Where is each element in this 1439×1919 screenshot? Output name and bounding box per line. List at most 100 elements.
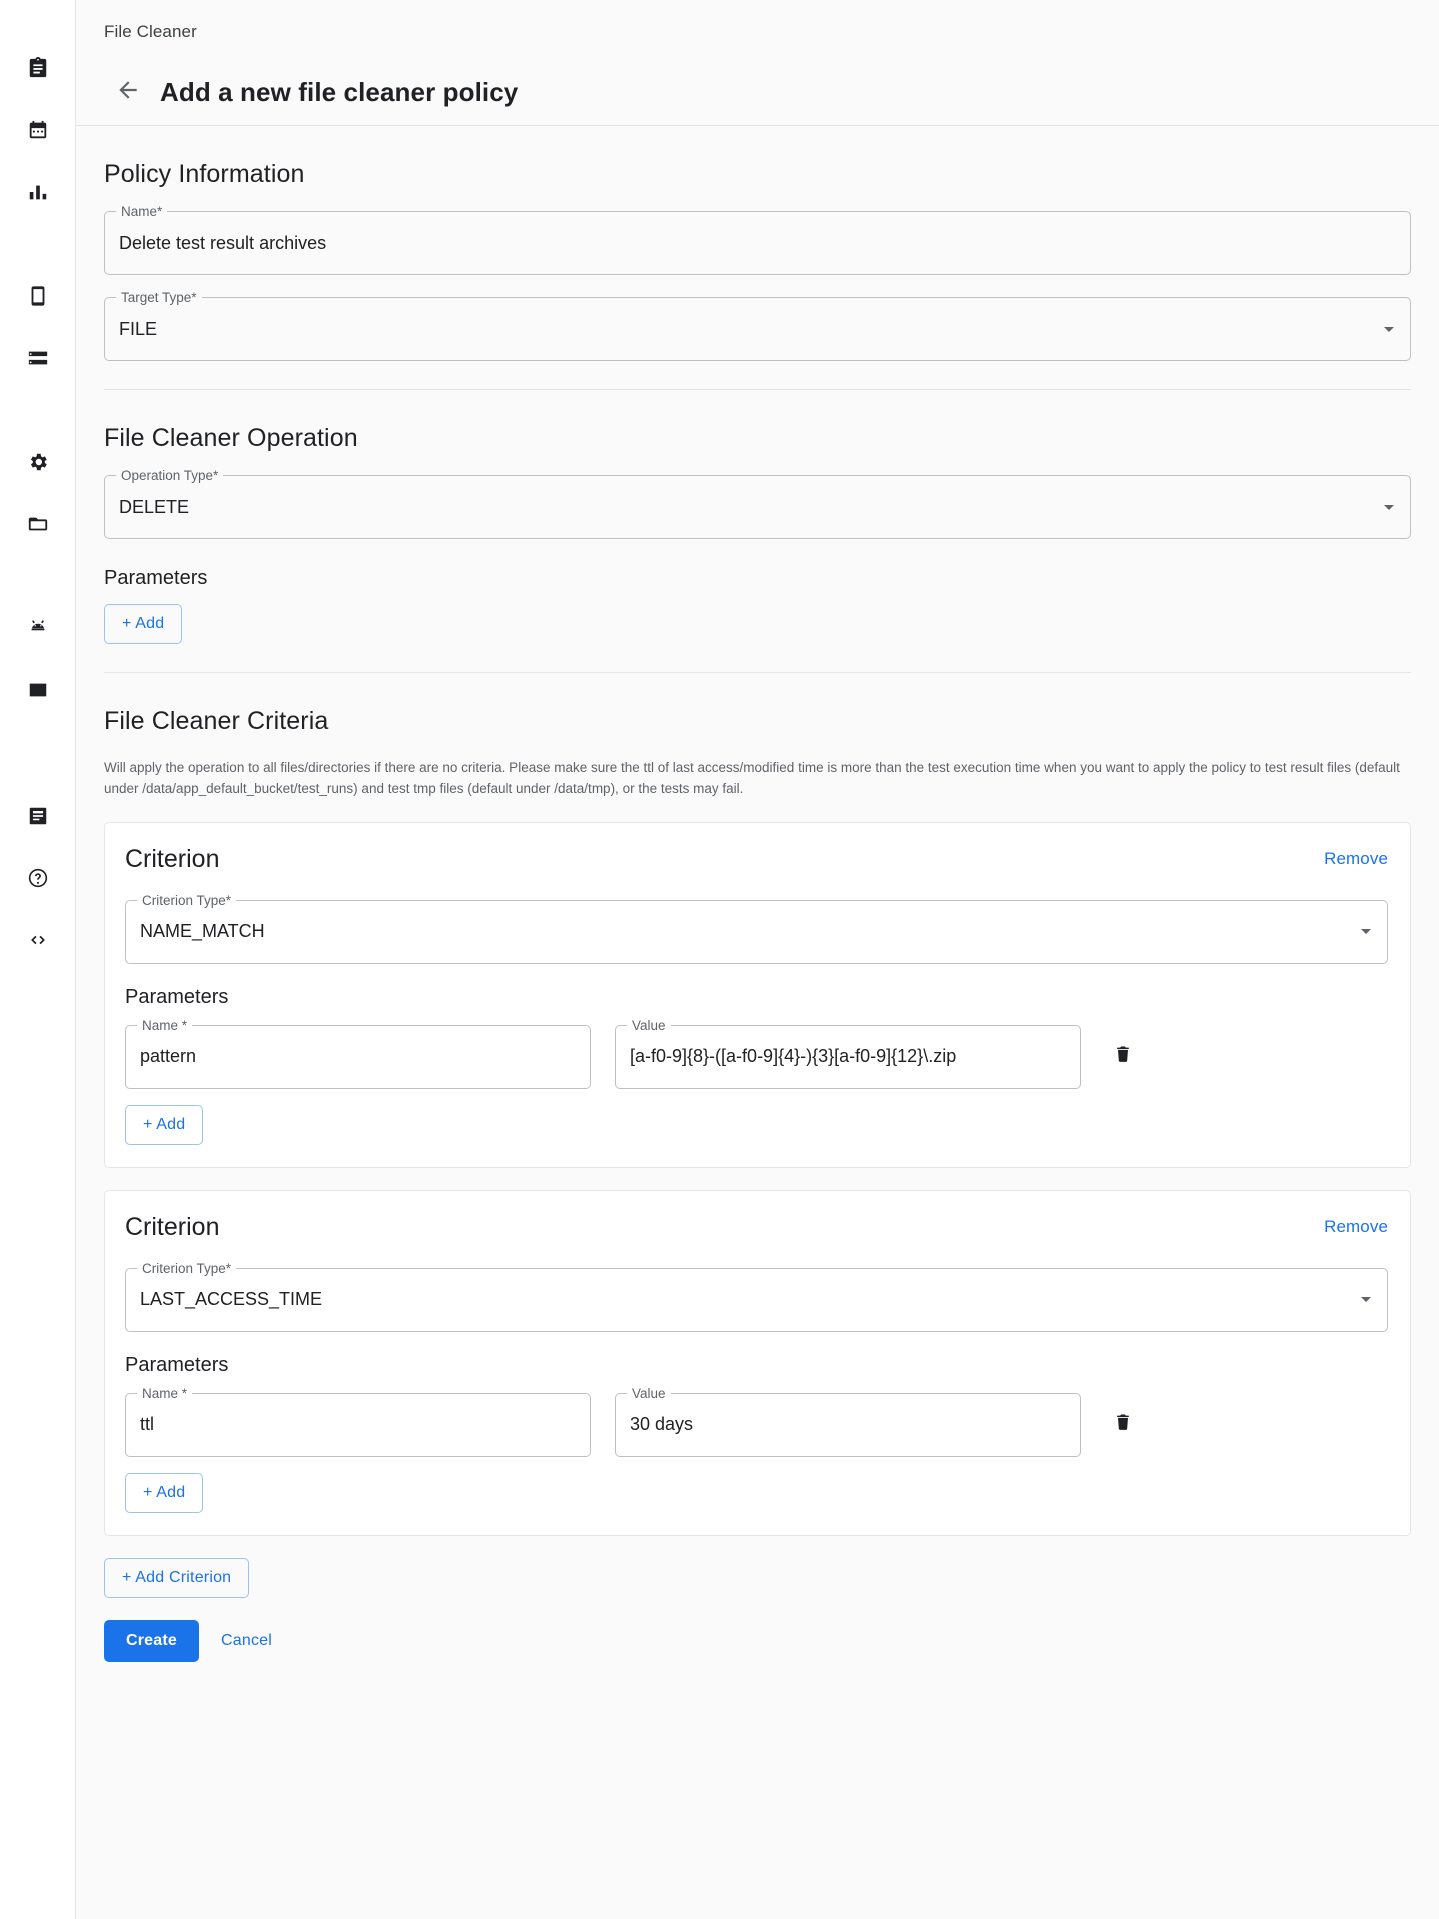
criterion-card: Criterion Remove Criterion Type* NAME_MA… (104, 822, 1411, 1168)
policy-information-heading: Policy Information (104, 160, 1411, 189)
sidebar-item-help[interactable] (18, 858, 58, 898)
tablet-icon (27, 285, 49, 307)
criterion-header: Criterion Remove (125, 1213, 1388, 1242)
parameter-value-input[interactable] (630, 1046, 1064, 1067)
operation-heading: File Cleaner Operation (104, 424, 1411, 453)
parameter-name-label: Name * (137, 1386, 192, 1402)
policy-name-field[interactable]: Name* (104, 211, 1411, 275)
policy-name-box[interactable]: Name* (104, 211, 1411, 275)
folder-icon (27, 513, 49, 535)
operation-type-box[interactable]: Operation Type* DELETE (104, 475, 1411, 539)
sidebar-item-logs[interactable] (18, 796, 58, 836)
chevron-down-icon[interactable] (1384, 505, 1394, 510)
left-nav-sidebar (0, 0, 76, 1919)
policy-name-input[interactable] (119, 233, 1394, 254)
criterion-type-box[interactable]: Criterion Type* LAST_ACCESS_TIME (125, 1268, 1388, 1332)
sidebar-item-reports[interactable] (18, 172, 58, 212)
cancel-button[interactable]: Cancel (207, 1620, 286, 1662)
monitoring-icon (27, 679, 49, 701)
criterion-card: Criterion Remove Criterion Type* LAST_AC… (104, 1190, 1411, 1536)
calendar-icon (27, 119, 49, 141)
sidebar-item-hosts[interactable] (18, 338, 58, 378)
operation-add-parameter-button[interactable]: + Add (104, 604, 182, 644)
criteria-heading: File Cleaner Criteria (104, 707, 1411, 736)
parameter-value-field[interactable]: Value (615, 1025, 1081, 1089)
criterion-type-label: Criterion Type* (137, 1261, 236, 1277)
main-area: File Cleaner Add a new file cleaner poli… (76, 0, 1439, 1919)
criterion-type-label: Criterion Type* (137, 893, 236, 909)
criterion-add-parameter-button[interactable]: + Add (125, 1473, 203, 1513)
sidebar-item-builds[interactable] (18, 608, 58, 648)
parameter-name-label: Name * (137, 1018, 192, 1034)
chevron-down-icon[interactable] (1384, 327, 1394, 332)
target-type-value: FILE (119, 319, 1374, 340)
parameter-value-label: Value (627, 1018, 671, 1034)
sidebar-item-monitoring[interactable] (18, 670, 58, 710)
chevron-down-icon[interactable] (1361, 1297, 1371, 1302)
criterion-parameters-heading: Parameters (125, 986, 1388, 1009)
criterion-type-value: NAME_MATCH (140, 921, 1351, 942)
storage-icon (27, 347, 49, 369)
criterion-type-field[interactable]: Criterion Type* NAME_MATCH (125, 900, 1388, 964)
criterion-parameters-heading: Parameters (125, 1354, 1388, 1377)
criterion-header: Criterion Remove (125, 845, 1388, 874)
add-criterion-button[interactable]: + Add Criterion (104, 1558, 249, 1598)
clipboard-icon (27, 57, 49, 79)
bar-chart-icon (27, 181, 49, 203)
criterion-type-value: LAST_ACCESS_TIME (140, 1289, 1351, 1310)
android-icon (27, 617, 49, 639)
title-row: Add a new file cleaner policy (104, 60, 1439, 126)
section-divider (104, 672, 1411, 673)
sidebar-item-devices[interactable] (18, 276, 58, 316)
parameter-name-input[interactable] (140, 1414, 574, 1435)
criteria-hint: Will apply the operation to all files/di… (104, 758, 1411, 800)
parameter-name-box[interactable]: Name * (125, 1025, 591, 1089)
sidebar-item-test-plans[interactable] (18, 48, 58, 88)
help-icon (27, 867, 49, 889)
operation-parameters-heading: Parameters (104, 567, 1411, 590)
parameter-value-label: Value (627, 1386, 671, 1402)
gear-icon (27, 451, 49, 473)
parameter-delete-button[interactable] (1105, 1039, 1141, 1075)
parameter-name-field[interactable]: Name * (125, 1025, 591, 1089)
parameter-row: Name * Value (125, 1025, 1388, 1089)
parameter-delete-button[interactable] (1105, 1407, 1141, 1443)
parameter-row: Name * Value (125, 1393, 1388, 1457)
criterion-remove-link[interactable]: Remove (1324, 849, 1388, 869)
sidebar-item-settings[interactable] (18, 442, 58, 482)
target-type-field[interactable]: Target Type* FILE (104, 297, 1411, 361)
target-type-label: Target Type* (116, 290, 202, 306)
article-icon (27, 805, 49, 827)
breadcrumb: File Cleaner (104, 22, 1439, 42)
sidebar-item-files[interactable] (18, 504, 58, 544)
page-header: File Cleaner Add a new file cleaner poli… (76, 0, 1439, 126)
sidebar-item-developer[interactable] (18, 920, 58, 960)
criterion-type-box[interactable]: Criterion Type* NAME_MATCH (125, 900, 1388, 964)
form-actions: Create Cancel (104, 1620, 1411, 1662)
trash-icon (1113, 1412, 1133, 1437)
code-icon (27, 929, 49, 951)
parameter-name-input[interactable] (140, 1046, 574, 1067)
page-title: Add a new file cleaner policy (160, 77, 518, 108)
form-content: Policy Information Name* Target Type* FI… (76, 126, 1439, 1919)
parameter-value-input[interactable] (630, 1414, 1064, 1435)
back-button[interactable] (106, 71, 150, 115)
trash-icon (1113, 1044, 1133, 1069)
sidebar-item-schedules[interactable] (18, 110, 58, 150)
parameter-name-box[interactable]: Name * (125, 1393, 591, 1457)
parameter-name-field[interactable]: Name * (125, 1393, 591, 1457)
arrow-left-icon (115, 77, 141, 108)
form-inner: Policy Information Name* Target Type* FI… (76, 160, 1439, 1662)
chevron-down-icon[interactable] (1361, 929, 1371, 934)
create-button[interactable]: Create (104, 1620, 199, 1662)
criterion-type-field[interactable]: Criterion Type* LAST_ACCESS_TIME (125, 1268, 1388, 1332)
operation-type-field[interactable]: Operation Type* DELETE (104, 475, 1411, 539)
parameter-value-box[interactable]: Value (615, 1393, 1081, 1457)
target-type-box[interactable]: Target Type* FILE (104, 297, 1411, 361)
operation-type-label: Operation Type* (116, 468, 223, 484)
criterion-add-parameter-button[interactable]: + Add (125, 1105, 203, 1145)
section-divider (104, 389, 1411, 390)
parameter-value-field[interactable]: Value (615, 1393, 1081, 1457)
parameter-value-box[interactable]: Value (615, 1025, 1081, 1089)
criterion-remove-link[interactable]: Remove (1324, 1217, 1388, 1237)
